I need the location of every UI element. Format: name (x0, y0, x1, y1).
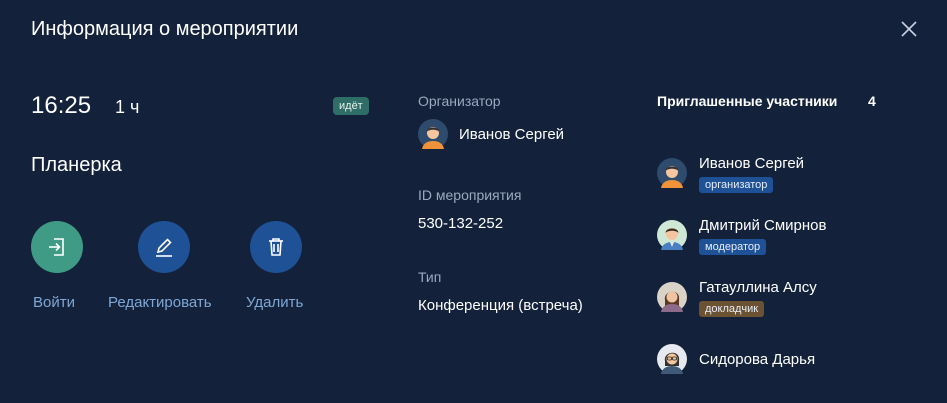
event-duration: 1 ч (115, 97, 140, 117)
organizer-name: Иванов Сергей (459, 126, 565, 143)
participants-title: Приглашенные участники (657, 93, 838, 109)
avatar (657, 344, 687, 374)
event-id-label: ID мероприятия (418, 187, 522, 203)
event-type-label: Тип (418, 269, 442, 285)
event-id-value: 530-132-252 (418, 215, 504, 232)
participant-name: Гатауллина Алсу (699, 279, 817, 296)
event-name: Планерка (31, 154, 122, 176)
participant-name: Дмитрий Смирнов (699, 217, 827, 234)
avatar (657, 158, 687, 188)
avatar (657, 220, 687, 250)
participant-role-badge: организатор (699, 177, 774, 193)
event-time: 16:25 (31, 92, 92, 119)
dialog-title: Информация о мероприятии (31, 18, 299, 40)
delete-label[interactable]: Удалить (246, 294, 303, 311)
event-type-value: Конференция (встреча) (418, 297, 583, 314)
participant-name: Сидорова Дарья (699, 351, 816, 368)
close-button[interactable] (898, 18, 920, 40)
participants-count: 4 (868, 93, 876, 109)
trash-icon (269, 238, 283, 256)
delete-button[interactable] (250, 221, 302, 273)
avatar (657, 282, 687, 312)
organizer-avatar (418, 119, 448, 149)
edit-label[interactable]: Редактировать (108, 294, 212, 311)
participant-role-badge: модератор (699, 239, 767, 255)
enter-icon (49, 238, 64, 256)
status-badge: идёт (333, 97, 369, 115)
join-button[interactable] (31, 221, 83, 273)
close-icon (901, 21, 917, 37)
edit-button[interactable] (138, 221, 190, 273)
organizer-label: Организатор (418, 93, 501, 109)
participant-name: Иванов Сергей (699, 155, 805, 172)
join-label[interactable]: Войти (33, 294, 75, 311)
participant-role-badge: докладчик (699, 301, 765, 317)
event-info-dialog: Информация о мероприятии 16:25 1 ч идёт … (0, 0, 947, 403)
pencil-icon (156, 238, 172, 257)
